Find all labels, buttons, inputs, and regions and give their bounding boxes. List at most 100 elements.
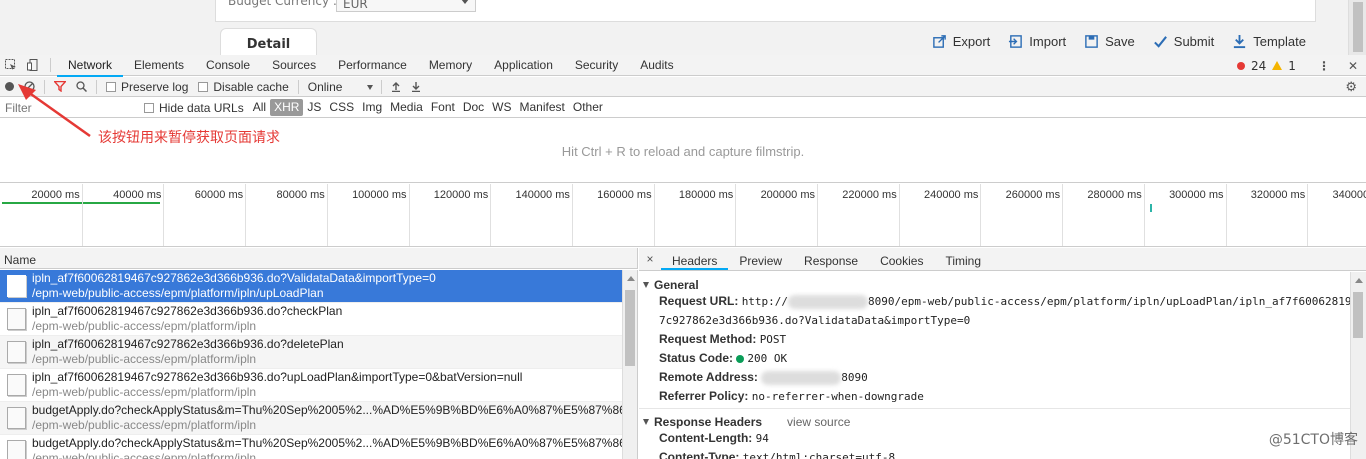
status-code-row: Status Code: 200 OK <box>639 349 1350 368</box>
more-options-icon[interactable]: ⋮ <box>1318 59 1330 73</box>
tab-console[interactable]: Console <box>195 55 261 76</box>
request-list-scrollbar-thumb[interactable] <box>625 290 635 366</box>
request-url-continued-text: 7c927862e3d366b936.do?ValidataData&impor… <box>659 314 971 327</box>
currency-select[interactable]: EUR <box>336 0 476 12</box>
remote-address-label: Remote Address: <box>659 370 758 384</box>
type-filter-all[interactable]: All <box>249 99 270 116</box>
status-ok-icon <box>736 355 745 363</box>
request-url-prefix: http:// <box>741 295 789 308</box>
save-button[interactable]: Save <box>1084 34 1135 49</box>
save-icon <box>1085 35 1098 48</box>
timeline-gridline <box>245 184 247 246</box>
tab-network[interactable]: Network <box>57 55 124 77</box>
inspect-element-icon[interactable] <box>0 55 22 76</box>
preserve-log-checkbox[interactable]: Preserve log <box>101 77 193 97</box>
devtools-tab-bar: Network Elements Console Sources Perform… <box>0 55 1366 77</box>
import-har-button[interactable] <box>386 77 406 97</box>
content-type-row: Content-Type: text/html;charset=utf-8 <box>639 448 1350 459</box>
scroll-up-icon[interactable] <box>627 276 635 281</box>
list-header[interactable]: Name <box>0 248 638 269</box>
tab-performance[interactable]: Performance <box>327 55 418 76</box>
checkbox-box[interactable] <box>198 81 209 92</box>
timeline-tick-label: 140000 ms <box>515 189 570 201</box>
submit-button[interactable]: Submit <box>1153 34 1214 49</box>
tab-response[interactable]: Response <box>793 249 869 270</box>
type-filter-font[interactable]: Font <box>427 99 459 116</box>
checkbox-box[interactable] <box>144 102 154 113</box>
type-filter-css[interactable]: CSS <box>325 99 358 116</box>
request-url-label: Request URL: <box>659 294 739 308</box>
table-row[interactable]: budgetApply.do?checkApplyStatus&m=Thu%20… <box>0 435 622 459</box>
type-filter-manifest[interactable]: Manifest <box>516 99 569 116</box>
remote-address-port: 8090 <box>841 371 868 384</box>
request-list-scrollbar[interactable] <box>622 270 638 459</box>
timeline-tick-label: 260000 ms <box>1005 189 1061 201</box>
referrer-policy-label: Referrer Policy: <box>659 389 749 403</box>
type-filter-doc[interactable]: Doc <box>459 99 488 116</box>
filter-bar: Hide data URLs All XHR JS CSS Img Media … <box>0 98 1366 118</box>
table-row[interactable]: ipln_af7f60062819467c927862e3d366b936.do… <box>0 270 622 303</box>
request-method-row: Request Method: POST <box>639 330 1350 349</box>
request-url-suffix: 8090/epm-web/public-access/epm/platform/… <box>868 295 1350 308</box>
export-button[interactable]: Export <box>932 34 990 49</box>
tab-audits[interactable]: Audits <box>629 55 684 76</box>
type-filter-media[interactable]: Media <box>386 99 427 116</box>
table-row[interactable]: budgetApply.do?checkApplyStatus&m=Thu%20… <box>0 402 622 435</box>
hide-data-urls-checkbox[interactable]: Hide data URLs <box>136 98 249 118</box>
disable-cache-checkbox[interactable]: Disable cache <box>193 77 293 97</box>
disable-cache-label: Disable cache <box>213 79 289 94</box>
file-icon <box>7 275 26 297</box>
error-count[interactable]: 24 <box>1251 59 1266 73</box>
type-filter-ws[interactable]: WS <box>488 99 515 116</box>
tab-preview[interactable]: Preview <box>728 249 793 270</box>
throttling-select[interactable]: Online <box>303 77 377 97</box>
name-column-header[interactable]: Name <box>4 253 36 267</box>
tab-cookies[interactable]: Cookies <box>869 249 934 270</box>
export-har-button[interactable] <box>406 77 426 97</box>
annotation-text: 该按钮用来暂停获取页面请求 <box>98 130 280 146</box>
tab-detail[interactable]: Detail <box>220 28 317 55</box>
response-headers-toggle[interactable]: Response Headers view source <box>639 409 1350 429</box>
table-row[interactable]: ipln_af7f60062819467c927862e3d366b936.do… <box>0 336 622 369</box>
scroll-up-icon[interactable] <box>1355 278 1363 283</box>
tab-security[interactable]: Security <box>564 55 629 76</box>
general-section-toggle[interactable]: General <box>639 272 1350 292</box>
timeline-gridline <box>817 184 818 246</box>
table-row[interactable]: ipln_af7f60062819467c927862e3d366b936.do… <box>0 369 622 402</box>
type-filter-js[interactable]: JS <box>303 99 325 116</box>
page-scrollbar-thumb[interactable] <box>1353 2 1363 52</box>
detail-scrollbar-thumb[interactable] <box>1353 292 1363 338</box>
file-icon <box>7 341 26 363</box>
tab-elements[interactable]: Elements <box>123 55 195 76</box>
tab-headers[interactable]: Headers <box>661 249 729 270</box>
type-filter-other[interactable]: Other <box>569 99 607 116</box>
tab-sources[interactable]: Sources <box>261 55 327 76</box>
filmstrip-area: Hit Ctrl + R to reload and capture films… <box>0 119 1366 183</box>
view-source-link[interactable]: view source <box>787 415 850 429</box>
upload-icon <box>391 82 400 92</box>
timeline-gridline <box>735 184 737 246</box>
device-toolbar-icon[interactable] <box>22 55 44 76</box>
file-icon <box>7 407 26 429</box>
error-icon <box>1237 61 1246 70</box>
gear-icon: ⚙ <box>1345 78 1357 94</box>
request-url-continued: 7c927862e3d366b936.do?ValidataData&impor… <box>639 311 1350 330</box>
close-icon[interactable]: × <box>639 247 661 270</box>
tab-memory[interactable]: Memory <box>418 55 483 76</box>
page-scrollbar[interactable] <box>1348 0 1366 55</box>
network-toolbar: Preserve log Disable cache Online ⚙ <box>0 77 1366 97</box>
table-row[interactable]: ipln_af7f60062819467c927862e3d366b936.do… <box>0 303 622 336</box>
timeline-tick-label: 200000 ms <box>760 189 815 201</box>
timeline-overview[interactable]: 20000 ms 40000 ms 60000 ms 80000 ms 100000 m… <box>0 184 1366 247</box>
template-button[interactable]: Template <box>1232 34 1306 49</box>
tab-timing[interactable]: Timing <box>934 249 992 270</box>
warning-count[interactable]: 1 <box>1288 59 1296 73</box>
type-filter-xhr[interactable]: XHR <box>270 99 304 116</box>
tab-application[interactable]: Application <box>483 55 564 76</box>
close-icon[interactable]: ✕ <box>1348 59 1358 73</box>
type-filter-img[interactable]: Img <box>358 99 386 116</box>
import-button[interactable]: Import <box>1008 34 1066 49</box>
request-path: /epm-web/public-access/epm/platform/ipln <box>32 319 257 333</box>
timeline-tick-label: 180000 ms <box>678 189 734 201</box>
network-settings-button[interactable]: ⚙ <box>1340 77 1362 97</box>
